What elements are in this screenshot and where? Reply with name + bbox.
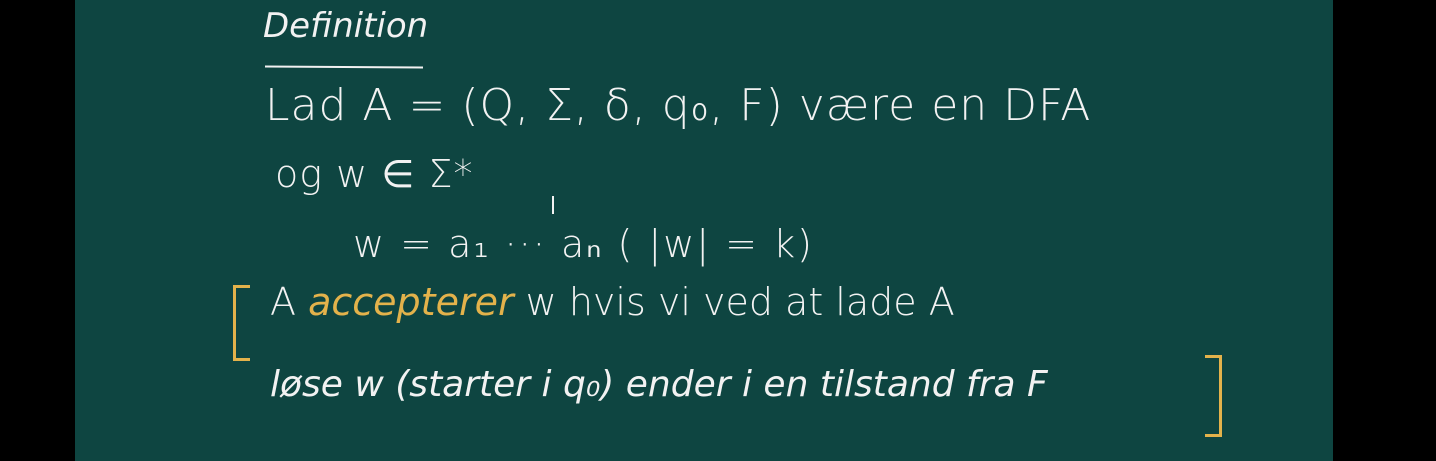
heading-underline [264,65,424,69]
definition-heading: Definition [263,6,429,46]
comma-mark [552,196,554,214]
definition-line-4: A accepterer w hvis vi ved at lade A [270,280,955,324]
left-bracket [233,285,250,361]
definition-line-2: og w ∈ Σ* [275,152,474,196]
accepterer-highlight: accepterer [308,280,514,324]
right-bracket [1205,355,1222,437]
definition-line-3: w = a₁ ··· aₙ ( |w| = k) [353,222,814,266]
line4-suffix: w hvis vi ved at lade A [525,280,955,324]
definition-line-1: Lad A = (Q, Σ, δ, q₀, F) være en DFA [265,80,1092,131]
chalkboard: Definition Lad A = (Q, Σ, δ, q₀, F) være… [75,0,1333,461]
definition-line-5: løse w (starter i q₀) ender i en tilstan… [270,364,1048,405]
line4-prefix: A [270,280,296,324]
